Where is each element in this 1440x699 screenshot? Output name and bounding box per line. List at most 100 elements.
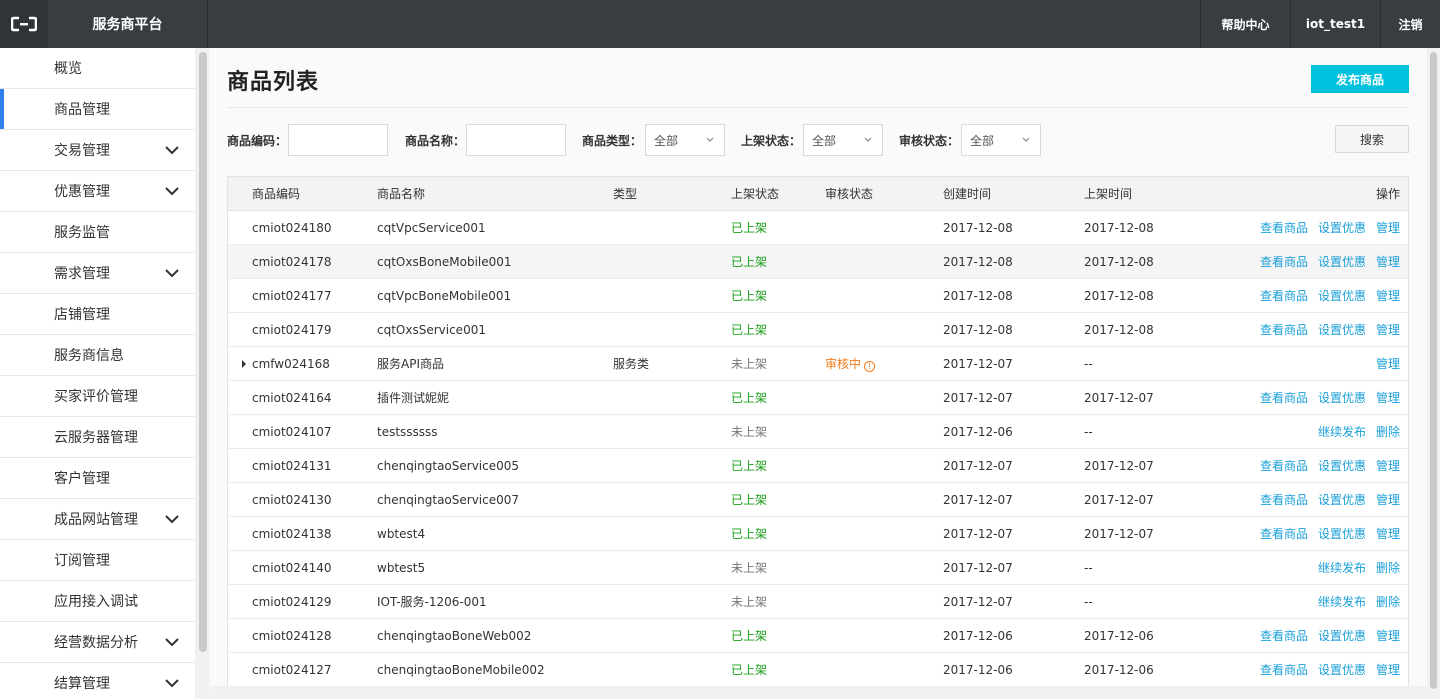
table-row[interactable]: cmiot024178 cqtOxsBoneMobile001 已上架 2017-12… (228, 245, 1408, 279)
chevron-down-icon[interactable] (165, 676, 179, 690)
search-button[interactable]: 搜索 (1335, 125, 1409, 153)
sidebar-item[interactable]: 结算管理 (0, 663, 195, 699)
table-row[interactable]: cmiot024128 chenqingtaoBoneWeb002 已上架 2017-… (228, 619, 1408, 653)
sidebar-scrollbar-thumb[interactable] (199, 52, 207, 652)
product-name-input[interactable] (466, 124, 566, 156)
operation-link[interactable]: 查看商品 (1260, 459, 1308, 473)
operation-link[interactable]: 设置优惠 (1318, 255, 1366, 269)
operation-link[interactable]: 继续发布 (1318, 425, 1366, 439)
operation-link[interactable]: 管理 (1376, 391, 1400, 405)
operation-link[interactable]: 设置优惠 (1318, 493, 1366, 507)
table-row[interactable]: cmiot024131 chenqingtaoService005 已上架 2017-… (228, 449, 1408, 483)
sidebar-item[interactable]: 客户管理 (0, 458, 195, 499)
sidebar-item[interactable]: 优惠管理 (0, 171, 195, 212)
audit-status-value: 全部 (970, 133, 995, 148)
user-account-link[interactable]: iot_test1 (1290, 0, 1380, 48)
table-row[interactable]: cmiot024179 cqtOxsService001 已上架 2017-12-08… (228, 313, 1408, 347)
sidebar-item[interactable]: 服务商信息 (0, 335, 195, 376)
sidebar-item[interactable]: 交易管理 (0, 130, 195, 171)
operation-link[interactable]: 设置优惠 (1318, 323, 1366, 337)
expand-row-icon[interactable] (242, 360, 246, 368)
table-row[interactable]: cmiot024107 testssssss 未上架 2017-12-06 -- 继续发布… (228, 415, 1408, 449)
operation-link[interactable]: 管理 (1376, 289, 1400, 303)
operation-link[interactable]: 管理 (1376, 527, 1400, 541)
shelf-status-select[interactable]: 全部 (803, 124, 883, 156)
table-row[interactable]: cmiot024130 chenqingtaoService007 已上架 2017-… (228, 483, 1408, 517)
main-content: 商品列表 发布商品 商品编码： 商品名称： 商品类型： 全部 上架状态： 全部 … (210, 48, 1437, 699)
main-scrollbar-thumb[interactable] (1430, 52, 1437, 689)
logout-link[interactable]: 注销 (1380, 0, 1440, 48)
horizontal-scrollbar[interactable] (210, 686, 1427, 699)
operation-link[interactable]: 管理 (1376, 357, 1400, 371)
product-type-select[interactable]: 全部 (645, 124, 725, 156)
sidebar-item[interactable]: 商品管理 (0, 89, 195, 130)
operation-link[interactable]: 查看商品 (1260, 493, 1308, 507)
operation-link[interactable]: 查看商品 (1260, 391, 1308, 405)
operation-link[interactable]: 删除 (1376, 425, 1400, 439)
help-center-link[interactable]: 帮助中心 (1200, 0, 1290, 48)
publish-product-button[interactable]: 发布商品 (1311, 65, 1409, 93)
chevron-down-icon[interactable] (165, 512, 179, 526)
chevron-down-icon[interactable] (165, 184, 179, 198)
operation-link[interactable]: 查看商品 (1260, 323, 1308, 337)
operation-link[interactable]: 设置优惠 (1318, 221, 1366, 235)
platform-title[interactable]: 服务商平台 (48, 0, 208, 48)
table-row[interactable]: cmiot024164 插件测试妮妮 已上架 2017-12-07 2017-12-07… (228, 381, 1408, 415)
table-row[interactable]: cmiot024129 IOT-服务-1206-001 未上架 2017-12-07 -… (228, 585, 1408, 619)
sidebar-nav: 概览 商品管理 交易管理 优惠管理 服务监管 需求管理 店铺管理 服务商信息买家评价管理云服务… (0, 48, 195, 699)
sidebar-item[interactable]: 买家评价管理 (0, 376, 195, 417)
operation-link[interactable]: 继续发布 (1318, 561, 1366, 575)
product-name-cell: chenqingtaoBoneMobile002 (377, 663, 545, 677)
table-row[interactable]: cmiot024138 wbtest4 已上架 2017-12-07 2017-12-0… (228, 517, 1408, 551)
sidebar-item[interactable]: 云服务器管理 (0, 417, 195, 458)
table-row[interactable]: cmfw024168 服务API商品 服务类 未上架 审核中! 2017-12-07 -- 管… (228, 347, 1408, 381)
operation-link[interactable]: 设置优惠 (1318, 459, 1366, 473)
sidebar-item-label: 买家评价管理 (54, 389, 138, 405)
operation-link[interactable]: 查看商品 (1260, 629, 1308, 643)
sidebar-item[interactable]: 应用接入调试 (0, 581, 195, 622)
operation-link[interactable]: 查看商品 (1260, 527, 1308, 541)
table-row[interactable]: cmiot024140 wbtest5 未上架 2017-12-07 -- 继续发布 删除 (228, 551, 1408, 585)
chevron-down-icon[interactable] (165, 143, 179, 157)
sidebar-item[interactable]: 订阅管理 (0, 540, 195, 581)
product-code-label: 商品编码： (227, 134, 288, 148)
sidebar-item[interactable]: 成品网站管理 (0, 499, 195, 540)
operation-link[interactable]: 删除 (1376, 561, 1400, 575)
operation-link[interactable]: 继续发布 (1318, 595, 1366, 609)
operation-link[interactable]: 管理 (1376, 459, 1400, 473)
operation-link[interactable]: 设置优惠 (1318, 629, 1366, 643)
operation-link[interactable]: 查看商品 (1260, 221, 1308, 235)
operation-link[interactable]: 管理 (1376, 629, 1400, 643)
operation-link[interactable]: 设置优惠 (1318, 289, 1366, 303)
operation-link[interactable]: 设置优惠 (1318, 663, 1366, 677)
operation-link[interactable]: 设置优惠 (1318, 527, 1366, 541)
operation-link[interactable]: 删除 (1376, 595, 1400, 609)
sidebar-item[interactable]: 需求管理 (0, 253, 195, 294)
operation-link[interactable]: 管理 (1376, 221, 1400, 235)
table-row[interactable]: cmiot024180 cqtVpcService001 已上架 2017-12-08… (228, 211, 1408, 245)
operation-link[interactable]: 管理 (1376, 323, 1400, 337)
operation-link[interactable]: 设置优惠 (1318, 391, 1366, 405)
table-row[interactable]: cmiot024127 chenqingtaoBoneMobile002 已上架 20… (228, 653, 1408, 687)
sidebar-item[interactable]: 概览 (0, 48, 195, 89)
chevron-down-icon[interactable] (165, 635, 179, 649)
operation-link[interactable]: 管理 (1376, 255, 1400, 269)
audit-status-cell: 审核中! (825, 347, 876, 381)
audit-status-select[interactable]: 全部 (961, 124, 1041, 156)
table-row[interactable]: cmiot024177 cqtVpcBoneMobile001 已上架 2017-12… (228, 279, 1408, 313)
operation-link[interactable]: 管理 (1376, 493, 1400, 507)
warning-info-icon[interactable]: ! (864, 361, 876, 372)
operation-link[interactable]: 管理 (1376, 663, 1400, 677)
product-code-input[interactable] (288, 124, 388, 156)
shelf-status-cell: 已上架 (731, 459, 768, 473)
sidebar-item[interactable]: 服务监管 (0, 212, 195, 253)
operation-link[interactable]: 查看商品 (1260, 255, 1308, 269)
sidebar-item[interactable]: 店铺管理 (0, 294, 195, 335)
created-time-cell: 2017-12-07 (943, 595, 1013, 609)
logo[interactable] (0, 0, 48, 48)
sidebar-item[interactable]: 经营数据分析 (0, 622, 195, 663)
chevron-down-icon[interactable] (165, 266, 179, 280)
operations-cell: 查看商品 设置优惠 管理 (1250, 653, 1400, 687)
operation-link[interactable]: 查看商品 (1260, 663, 1308, 677)
operation-link[interactable]: 查看商品 (1260, 289, 1308, 303)
